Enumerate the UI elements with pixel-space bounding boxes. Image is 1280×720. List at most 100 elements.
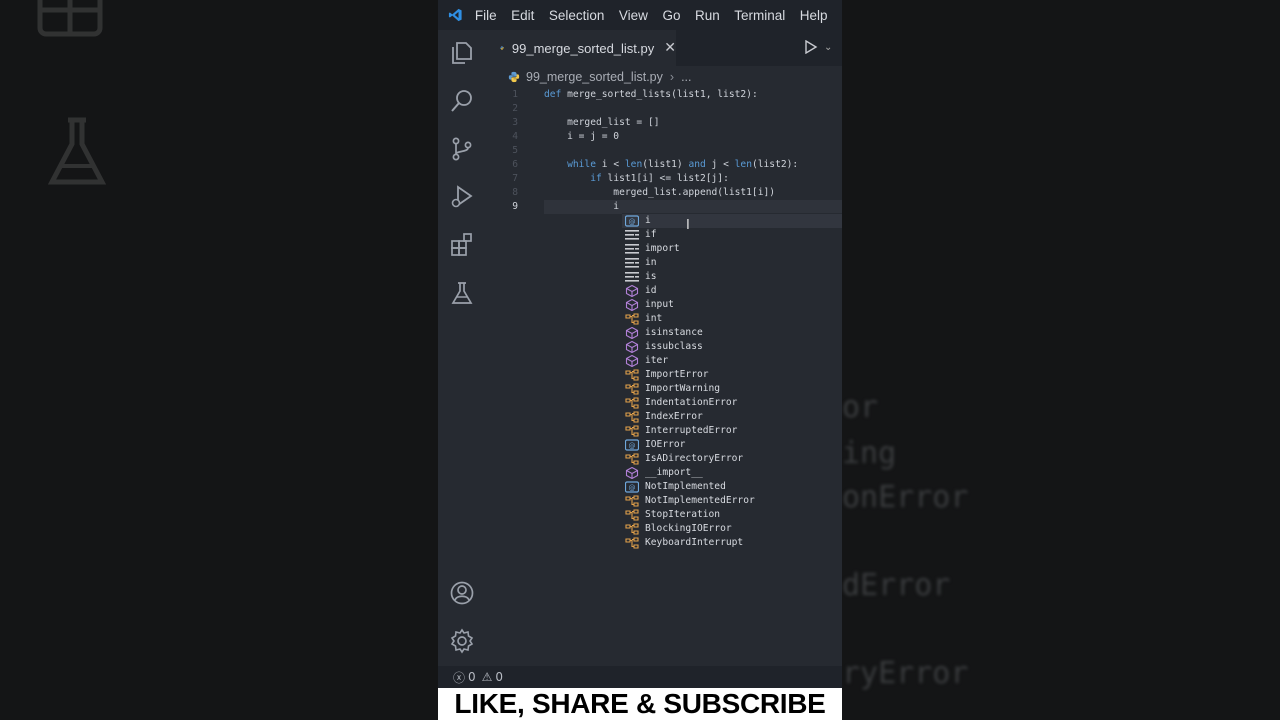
function-icon bbox=[625, 354, 639, 368]
text-cursor-icon: I bbox=[686, 218, 690, 233]
suggestion-item[interactable]: isinstance bbox=[622, 326, 842, 340]
menu-view[interactable]: View bbox=[619, 8, 648, 23]
class-icon bbox=[625, 453, 639, 465]
ghost-text: ing bbox=[842, 436, 897, 471]
suggestion-label: BlockingIOError bbox=[645, 523, 732, 534]
close-icon[interactable]: ✕ bbox=[664, 40, 676, 56]
line-number: 6 bbox=[512, 159, 518, 170]
status-bar: ⓧ 0 ⚠ 0 bbox=[438, 666, 842, 688]
chevron-right-icon: › bbox=[669, 70, 675, 84]
tab-merge-sorted-list[interactable]: 99_merge_sorted_list.py ✕ bbox=[486, 30, 676, 66]
menu-selection[interactable]: Selection bbox=[549, 8, 605, 23]
suggestion-label: StopIteration bbox=[645, 509, 721, 520]
banner-text: LIKE, SHARE & SUBSCRIBE bbox=[454, 688, 826, 719]
subscribe-banner: LIKE, SHARE & SUBSCRIBE bbox=[438, 688, 842, 720]
suggestion-item[interactable]: ImportError bbox=[622, 368, 842, 382]
line-number: 5 bbox=[512, 145, 518, 156]
suggestion-item[interactable]: BlockingIOError bbox=[622, 522, 842, 536]
menu-terminal[interactable]: Terminal bbox=[734, 8, 785, 23]
class-icon bbox=[625, 509, 639, 521]
keyword-icon bbox=[625, 243, 639, 255]
source-control-icon[interactable] bbox=[449, 136, 475, 162]
suggestion-item[interactable]: @ IOError bbox=[622, 438, 842, 452]
vscode-logo-icon bbox=[448, 8, 462, 22]
ghost-text: onError bbox=[842, 480, 969, 515]
suggestion-item[interactable]: @ NotImplemented bbox=[622, 480, 842, 494]
ghost-text: ryError bbox=[842, 656, 969, 691]
ghost-text: dError bbox=[842, 568, 951, 603]
suggestion-item[interactable]: id bbox=[622, 284, 842, 298]
suggestion-item[interactable]: int bbox=[622, 312, 842, 326]
suggestion-label: isinstance bbox=[645, 327, 703, 338]
account-icon[interactable] bbox=[449, 580, 475, 606]
code-text: def merge_sorted_lists(list1, list2): bbox=[544, 89, 758, 100]
settings-gear-icon[interactable] bbox=[449, 628, 475, 654]
code-line: 8 merged_list.append(list1[i]) bbox=[486, 186, 842, 200]
suggestion-item[interactable]: ImportWarning bbox=[622, 382, 842, 396]
suggestion-item[interactable]: IndexError bbox=[622, 410, 842, 424]
search-icon[interactable] bbox=[449, 88, 475, 114]
python-file-icon bbox=[508, 71, 520, 83]
code-line: 2 bbox=[486, 102, 842, 116]
suggestion-item[interactable]: if bbox=[622, 228, 842, 242]
breadcrumb: 99_merge_sorted_list.py › ... bbox=[508, 68, 691, 86]
vscode-window: File Edit Selection View Go Run Terminal… bbox=[438, 0, 842, 688]
chevron-down-icon[interactable]: ⌄ bbox=[824, 42, 832, 53]
suggestion-item[interactable]: @ i bbox=[622, 214, 842, 228]
suggestion-label: IsADirectoryError bbox=[645, 453, 744, 464]
suggestion-item[interactable]: is bbox=[622, 270, 842, 284]
code-text: i = j = 0 bbox=[544, 131, 620, 142]
suggestion-item[interactable]: iter bbox=[622, 354, 842, 368]
menu-help[interactable]: Help bbox=[800, 8, 828, 23]
class-icon bbox=[625, 537, 639, 549]
suggestion-label: InterruptedError bbox=[645, 425, 738, 436]
code-text: i bbox=[544, 201, 620, 212]
suggestion-label: IndexError bbox=[645, 411, 703, 422]
line-number: 8 bbox=[512, 187, 518, 198]
variable-icon: @ bbox=[624, 439, 640, 451]
autocomplete-suggestions[interactable]: @ i if import in is id input int isinstance issubc… bbox=[622, 213, 842, 553]
testing-flask-icon[interactable] bbox=[449, 280, 475, 306]
explorer-icon[interactable] bbox=[449, 40, 475, 66]
suggestion-item[interactable]: in bbox=[622, 256, 842, 270]
problems-status[interactable]: ⓧ 0 ⚠ 0 bbox=[453, 669, 503, 686]
suggestion-label: input bbox=[645, 299, 674, 310]
extensions-icon[interactable] bbox=[449, 232, 475, 258]
breadcrumb-file[interactable]: 99_merge_sorted_list.py bbox=[526, 70, 663, 84]
suggestion-item[interactable]: InterruptedError bbox=[622, 424, 842, 438]
python-file-icon bbox=[500, 46, 504, 50]
suggestion-item[interactable]: KeyboardInterrupt bbox=[622, 536, 842, 550]
line-number: 7 bbox=[512, 173, 518, 184]
code-text: while i < len(list1) and j < len(list2): bbox=[567, 159, 799, 170]
suggestion-label: IndentationError bbox=[645, 397, 738, 408]
warning-icon: ⚠ bbox=[481, 670, 493, 684]
suggestion-item[interactable]: IndentationError bbox=[622, 396, 842, 410]
code-text: if list1[i] <= list2[j]: bbox=[590, 173, 729, 184]
menu-go[interactable]: Go bbox=[662, 8, 680, 23]
suggestion-item[interactable]: __import__ bbox=[622, 466, 842, 480]
menu-run[interactable]: Run bbox=[695, 8, 720, 23]
suggestion-item[interactable]: import bbox=[622, 242, 842, 256]
extensions-icon bbox=[37, 0, 103, 37]
menu-file[interactable]: File bbox=[475, 8, 497, 23]
suggestion-item[interactable]: issubclass bbox=[622, 340, 842, 354]
class-icon bbox=[625, 411, 639, 423]
line-number: 1 bbox=[512, 89, 518, 100]
suggestion-label: IOError bbox=[645, 439, 686, 450]
class-icon bbox=[625, 369, 639, 381]
warning-count: 0 bbox=[495, 670, 504, 684]
class-icon bbox=[625, 523, 639, 535]
run-python-file-icon[interactable] bbox=[804, 40, 818, 54]
suggestion-label: NotImplemented bbox=[645, 481, 726, 492]
function-icon bbox=[625, 466, 639, 480]
suggestion-item[interactable]: NotImplementedError bbox=[622, 494, 842, 508]
menu-edit[interactable]: Edit bbox=[511, 8, 534, 23]
suggestion-item[interactable]: StopIteration bbox=[622, 508, 842, 522]
suggestion-item[interactable]: input bbox=[622, 298, 842, 312]
keyword-icon bbox=[625, 271, 639, 283]
run-debug-icon[interactable] bbox=[449, 184, 475, 210]
suggestion-label: iter bbox=[645, 355, 669, 366]
suggestion-item[interactable]: IsADirectoryError bbox=[622, 452, 842, 466]
tab-label: 99_merge_sorted_list.py bbox=[511, 40, 655, 56]
breadcrumb-more[interactable]: ... bbox=[681, 70, 691, 84]
